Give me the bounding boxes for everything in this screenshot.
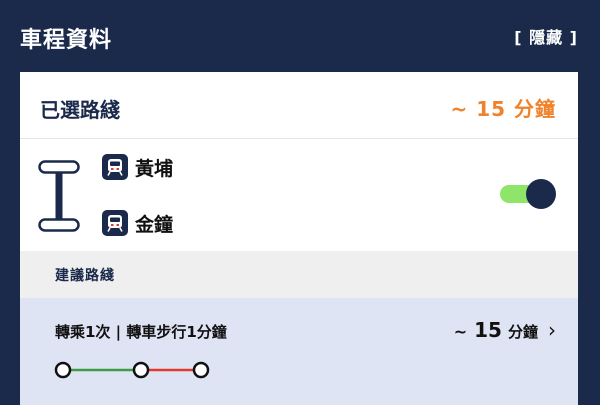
route-line-icon [38, 160, 80, 232]
toggle-knob [526, 179, 556, 209]
trip-info-header: 車程資料 [ 隱藏 ] [0, 0, 600, 72]
page-title: 車程資料 [20, 28, 113, 53]
mtr-logo-icon [102, 210, 128, 236]
origin-station-name: 黃埔 [135, 157, 174, 180]
station-list: 黃埔 金鐘 [20, 139, 578, 251]
route-time-approx: ~ [453, 322, 468, 341]
route-toggle[interactable] [500, 179, 556, 209]
route-time-unit: 分鐘 [507, 323, 538, 341]
segment-stop-start [54, 361, 72, 379]
destination-station: 金鐘 [102, 209, 173, 237]
segment-stop-transfer [132, 361, 150, 379]
hide-button[interactable]: [ 隱藏 ] [514, 24, 578, 48]
selected-route-label: 已選路綫 [40, 98, 120, 122]
suggested-routes-header: 建議路綫 [20, 251, 578, 298]
selected-route-header: 已選路綫 ~ 15 分鐘 [20, 72, 578, 139]
route-time-minutes: 15 [474, 318, 502, 342]
suggested-routes-label: 建議路綫 [55, 268, 115, 284]
route-time: ~ 15 分鐘 › [454, 318, 556, 342]
segment-stop-end [192, 361, 210, 379]
destination-station-name: 金鐘 [135, 213, 174, 236]
chevron-right-icon[interactable]: › [548, 318, 556, 342]
trip-card: 已選路綫 ~ 15 分鐘 黃埔 金鐘 建議路綫 轉乘1次 | 轉車步行1分鐘 ~… [20, 72, 578, 405]
origin-station: 黃埔 [102, 153, 173, 181]
suggested-route-option[interactable]: 轉乘1次 | 轉車步行1分鐘 ~ 15 分鐘 › [20, 298, 578, 405]
route-segments-diagram [54, 361, 210, 379]
selected-route-duration: ~ 15 分鐘 [450, 97, 556, 121]
route-summary: 轉乘1次 | 轉車步行1分鐘 [55, 323, 227, 341]
mtr-logo-icon [102, 154, 128, 180]
